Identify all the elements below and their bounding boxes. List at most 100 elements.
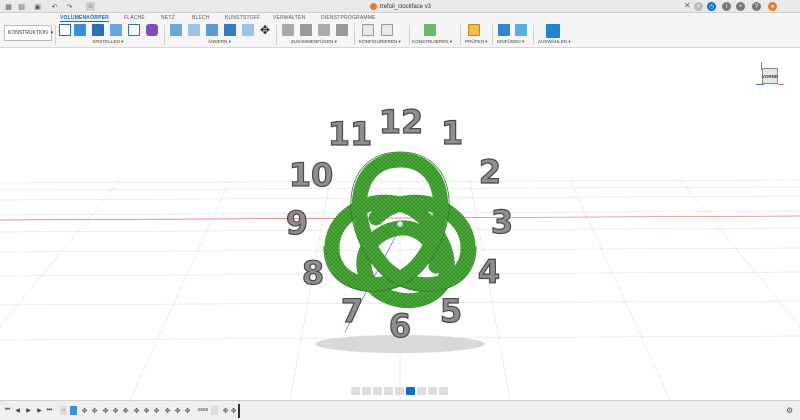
timeline-item-move[interactable]: ✥ bbox=[222, 406, 229, 415]
form-icon[interactable] bbox=[146, 24, 158, 36]
tab-blech[interactable]: BLECH bbox=[192, 13, 210, 22]
timeline-item-move[interactable]: ✥ bbox=[174, 406, 181, 415]
timeline-item-move[interactable]: ✥ bbox=[122, 406, 129, 415]
timeline-item-move[interactable]: ✥ bbox=[112, 406, 119, 415]
bell-icon[interactable]: • bbox=[736, 2, 745, 11]
clock-numeral-11: 11 bbox=[328, 115, 373, 153]
timeline-item-move[interactable]: ✥ bbox=[133, 406, 140, 415]
measure-icon[interactable] bbox=[468, 24, 480, 36]
3d-viewport[interactable]: 12 1 2 3 4 5 6 7 8 9 10 11 VORNE bbox=[0, 48, 800, 400]
clock-icon[interactable]: ◷ bbox=[707, 2, 716, 11]
tab-netz[interactable]: NETZ bbox=[161, 13, 175, 22]
help-icon[interactable]: i bbox=[722, 2, 731, 11]
save-icon[interactable]: ▣ bbox=[33, 2, 42, 11]
title-bar: ▦ ▤ ▣ ↶ ↷ ⌂ trefoil_clockface v3 ✕ + ◷ i… bbox=[0, 0, 800, 13]
skip-end-icon[interactable]: ⏭ bbox=[46, 407, 53, 414]
view-cube[interactable]: VORNE bbox=[756, 62, 784, 88]
tab-kunststoff[interactable]: KUNSTSTOFF bbox=[225, 13, 260, 22]
view-cube-front-face[interactable]: VORNE bbox=[762, 68, 778, 84]
combine-icon[interactable] bbox=[242, 24, 254, 36]
fillet-icon[interactable] bbox=[188, 24, 200, 36]
group-pruefen[interactable]: PRÜFEN ▾ bbox=[465, 39, 487, 45]
chamfer-icon[interactable] bbox=[206, 24, 218, 36]
divider bbox=[164, 25, 165, 45]
file-icon[interactable]: ▤ bbox=[17, 2, 26, 11]
pan-icon[interactable] bbox=[373, 387, 382, 395]
timeline-item-move[interactable]: ✥ bbox=[230, 406, 237, 415]
workspace-dropdown[interactable]: KONSTRUKTION ▾ bbox=[4, 25, 54, 41]
timeline-item-move[interactable]: ✥ bbox=[143, 406, 150, 415]
joint-icon[interactable] bbox=[300, 24, 312, 36]
group-erstellen[interactable]: ERSTELLEN ▾ bbox=[93, 39, 123, 45]
timeline-item-move[interactable]: ✥ bbox=[91, 406, 98, 415]
insert-derive-icon[interactable] bbox=[498, 24, 510, 36]
insert-canvas-icon[interactable] bbox=[515, 24, 527, 36]
display-settings-icon[interactable] bbox=[406, 387, 415, 395]
timeline-item-move[interactable]: ✥ bbox=[153, 406, 160, 415]
timeline-item-sketch[interactable]: ▫ bbox=[60, 406, 67, 415]
timeline-item-sketch[interactable] bbox=[211, 406, 218, 415]
step-forward-icon[interactable]: ▶ bbox=[36, 407, 43, 414]
user-icon[interactable]: ● bbox=[768, 2, 777, 11]
x-axis-indicator bbox=[778, 84, 784, 85]
plus-icon[interactable]: + bbox=[694, 2, 703, 11]
viewport-settings-icon[interactable] bbox=[428, 387, 437, 395]
undo-icon[interactable]: ↶ bbox=[50, 2, 59, 11]
shell-icon[interactable] bbox=[224, 24, 236, 36]
clock-numeral-7: 7 bbox=[341, 292, 363, 330]
tab-volumenkoerper[interactable]: VOLUMENKÖRPER bbox=[60, 13, 109, 22]
group-zusammenfuegen[interactable]: ZUSAMMENFÜGEN ▾ bbox=[291, 39, 337, 45]
zoom-icon[interactable] bbox=[384, 387, 393, 395]
revolve-icon[interactable] bbox=[92, 24, 104, 36]
group-einfuegen[interactable]: EINFÜGEN ▾ bbox=[497, 39, 524, 45]
press-pull-icon[interactable] bbox=[170, 24, 182, 36]
info-icon[interactable]: ? bbox=[752, 2, 761, 11]
timeline-marker[interactable] bbox=[238, 404, 240, 418]
group-konfigurieren[interactable]: KONFIGURIEREN ▾ bbox=[359, 39, 401, 45]
redo-icon[interactable]: ↷ bbox=[65, 2, 74, 11]
configure-icon[interactable] bbox=[362, 24, 374, 36]
timeline-item-move[interactable]: ✥ bbox=[184, 406, 191, 415]
grid-settings-icon[interactable] bbox=[417, 387, 426, 395]
as-built-joint-icon[interactable] bbox=[318, 24, 330, 36]
look-at-icon[interactable] bbox=[362, 387, 371, 395]
hole-icon[interactable] bbox=[110, 24, 122, 36]
clock-numeral-8: 8 bbox=[302, 254, 324, 292]
timeline-item-move[interactable]: ✥ bbox=[81, 406, 88, 415]
tab-flaeche[interactable]: FLÄCHE bbox=[124, 13, 145, 22]
chevron-down-icon: ▾ bbox=[50, 30, 54, 36]
extrude-icon[interactable] bbox=[74, 24, 86, 36]
skip-start-icon[interactable]: ⏮ bbox=[4, 407, 11, 414]
group-konstruieren[interactable]: KONSTRUIEREN ▾ bbox=[412, 39, 452, 45]
home-icon[interactable]: ⌂ bbox=[86, 2, 95, 11]
orbit-icon[interactable] bbox=[351, 387, 360, 395]
timeline-frame-label: 5558 bbox=[198, 407, 209, 412]
motion-link-icon[interactable] bbox=[336, 24, 348, 36]
grid-icon[interactable]: ▦ bbox=[4, 2, 13, 11]
group-auswaehlen[interactable]: AUSWÄHLEN ▾ bbox=[538, 39, 571, 45]
gear-icon[interactable]: ⚙ bbox=[786, 406, 793, 415]
timeline-bar: ⏮ ◀ ▶ ▶ ⏭ ▫ ✥ ✥ ✥ ✥ ✥ ✥ ✥ ✥ ✥ ✥ ✥ 5558 ✥… bbox=[0, 400, 800, 420]
scene-canvas: 12 1 2 3 4 5 6 7 8 9 10 11 bbox=[0, 102, 800, 400]
select-icon[interactable] bbox=[546, 24, 560, 38]
group-aendern[interactable]: ÄNDERN ▾ bbox=[208, 39, 231, 45]
step-back-icon[interactable]: ◀ bbox=[14, 407, 21, 414]
new-component-icon[interactable] bbox=[282, 24, 294, 36]
environment-icon[interactable] bbox=[439, 387, 448, 395]
offset-plane-icon[interactable] bbox=[424, 24, 436, 36]
clock-numeral-6: 6 bbox=[389, 307, 411, 345]
tab-dienstprogramme[interactable]: DIENSTPROGRAMME bbox=[321, 13, 376, 22]
new-sketch-icon[interactable] bbox=[59, 24, 71, 36]
move-icon[interactable]: ✥ bbox=[259, 24, 271, 36]
close-tab-button[interactable]: ✕ bbox=[684, 1, 691, 10]
tab-verwalten[interactable]: VERWALTEN bbox=[273, 13, 305, 22]
ground-grid bbox=[0, 179, 800, 400]
clock-numeral-10: 10 bbox=[289, 156, 334, 194]
play-icon[interactable]: ▶ bbox=[25, 407, 32, 414]
fit-icon[interactable] bbox=[395, 387, 404, 395]
timeline-item-extrude[interactable] bbox=[70, 406, 77, 415]
timeline-item-move[interactable]: ✥ bbox=[164, 406, 171, 415]
timeline-item-move[interactable]: ✥ bbox=[102, 406, 109, 415]
pattern-icon[interactable] bbox=[128, 24, 140, 36]
parameters-icon[interactable] bbox=[381, 24, 393, 36]
